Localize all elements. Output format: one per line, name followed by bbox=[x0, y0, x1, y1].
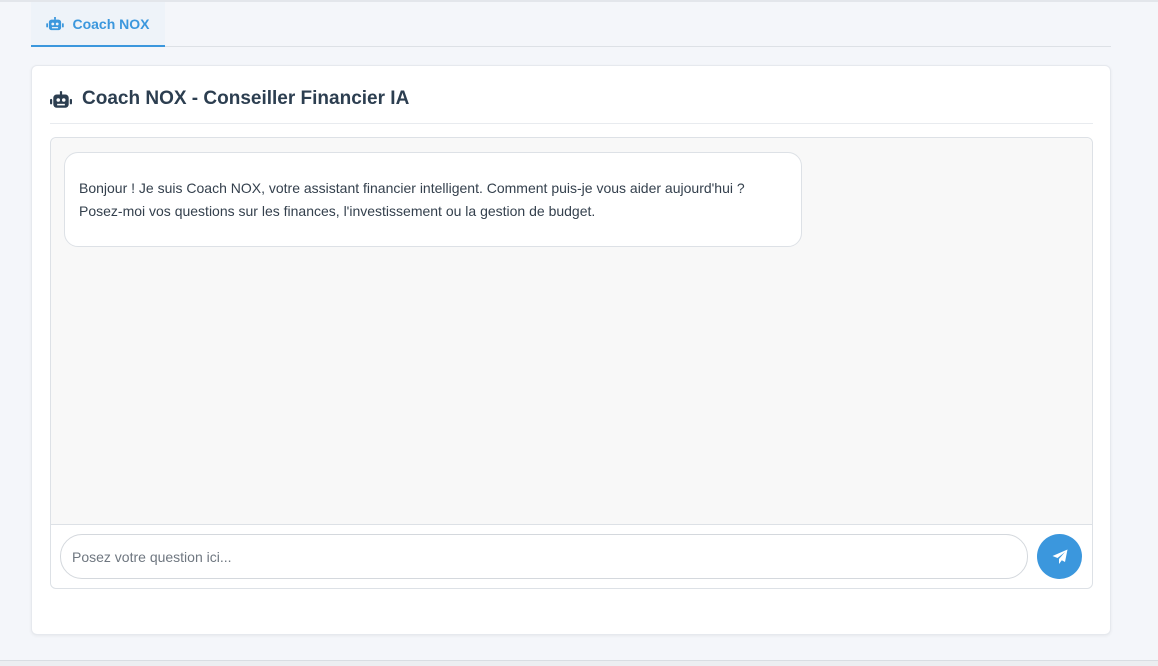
chat-container: Bonjour ! Je suis Coach NOX, votre assis… bbox=[50, 137, 1093, 589]
message-line: Bonjour ! Je suis Coach NOX, votre assis… bbox=[79, 180, 745, 196]
horizontal-scrollbar[interactable] bbox=[0, 661, 1158, 666]
page-title: Coach NOX - Conseiller Financier IA bbox=[82, 88, 410, 109]
bot-message: Bonjour ! Je suis Coach NOX, votre assis… bbox=[64, 152, 802, 247]
chat-input-row bbox=[51, 525, 1092, 588]
tab-coach-nox[interactable]: Coach NOX bbox=[31, 2, 165, 47]
question-input[interactable] bbox=[60, 534, 1028, 579]
chat-messages[interactable]: Bonjour ! Je suis Coach NOX, votre assis… bbox=[51, 138, 1092, 525]
tab-label: Coach NOX bbox=[72, 15, 150, 32]
tab-bar: Coach NOX bbox=[31, 2, 1111, 47]
robot-icon bbox=[50, 91, 72, 108]
robot-icon bbox=[46, 16, 65, 30]
paper-plane-icon bbox=[1052, 549, 1067, 564]
card-header: Coach NOX - Conseiller Financier IA bbox=[50, 86, 1093, 124]
send-button[interactable] bbox=[1037, 534, 1082, 579]
message-line: Posez-moi vos questions sur les finances… bbox=[79, 203, 596, 219]
coach-card: Coach NOX - Conseiller Financier IA Bonj… bbox=[31, 65, 1111, 635]
